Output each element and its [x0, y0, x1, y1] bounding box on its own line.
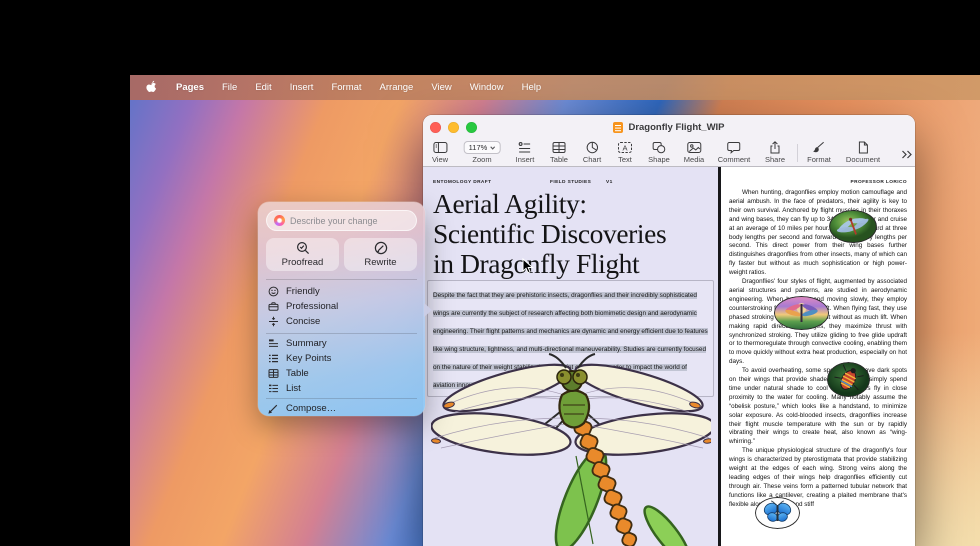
menu-item-key-points[interactable]: Key Points [268, 351, 417, 366]
toolbar-format-button[interactable]: Format [807, 141, 831, 164]
toolbar-view-button[interactable]: View [432, 141, 448, 164]
menu-app-pages[interactable]: Pages [176, 82, 204, 93]
eyebrow-entomology: ENTOMOLOGY DRAFT [433, 180, 491, 185]
apple-intelligence-icon [274, 215, 285, 226]
desktop: Pages File Edit Insert Format Arrange Vi… [130, 75, 980, 546]
menu-help[interactable]: Help [522, 82, 542, 93]
pages-window: Dragonfly Flight_WIP View 117% Zoom Inse… [423, 115, 915, 546]
eyebrow-version: V1 [606, 180, 613, 185]
photo-icon [687, 141, 702, 154]
input-placeholder: Describe your change [290, 216, 378, 226]
popover-divider [266, 279, 417, 280]
share-icon [769, 141, 781, 154]
article-title: Aerial Agility: Scientific Discoveries i… [433, 189, 666, 279]
chevron-down-icon [489, 146, 495, 150]
document-file-icon [613, 122, 623, 133]
writing-tools-popover: Describe your change Proofread Rewrite F… [258, 202, 425, 416]
butterfly-photo-oval[interactable] [755, 497, 800, 529]
toolbar-media-button[interactable]: Media [684, 141, 704, 164]
table-icon [552, 141, 566, 154]
text-box-icon: A [618, 141, 633, 154]
apple-logo-icon [146, 80, 158, 93]
toolbar-table-button[interactable]: Table [550, 141, 568, 164]
sidebar-icon [433, 141, 448, 154]
rewrite-button[interactable]: Rewrite [344, 238, 417, 271]
pie-chart-icon [586, 141, 599, 154]
magnifier-check-icon [296, 241, 310, 255]
dragonfly-photo-oval[interactable] [829, 210, 877, 243]
zoom-value: 117% [469, 143, 488, 152]
paintbrush-icon [812, 141, 825, 154]
menu-item-summary[interactable]: Summary [268, 336, 417, 351]
pencil-icon [268, 403, 279, 414]
menu-item-table[interactable]: Table [268, 366, 417, 381]
dragonfly-illustration[interactable] [431, 343, 711, 546]
compress-lines-icon [268, 316, 279, 327]
toolbar-shape-button[interactable]: Shape [648, 141, 670, 164]
popover-arrow [424, 303, 432, 317]
proofread-button[interactable]: Proofread [266, 238, 339, 271]
article-body: When hunting, dragonflies employ motion … [729, 189, 907, 546]
summary-lines-icon [268, 338, 279, 349]
toolbar-share-button[interactable]: Share [765, 141, 785, 164]
bullet-list-icon [268, 353, 279, 364]
double-chevron-right-icon [901, 150, 913, 159]
window-title: Dragonfly Flight_WIP [628, 122, 724, 133]
toolbar: View 117% Zoom Insert Table Chart [423, 140, 915, 167]
insert-icon [518, 141, 532, 154]
smiley-icon [268, 286, 279, 297]
menu-view[interactable]: View [431, 82, 451, 93]
toolbar-comment-button[interactable]: Comment [718, 141, 751, 164]
menu-item-list[interactable]: List [268, 381, 417, 396]
briefcase-icon [268, 301, 279, 312]
toolbar-divider [797, 144, 798, 162]
paragraph-1: When hunting, dragonflies employ motion … [729, 189, 907, 278]
menu-item-friendly[interactable]: Friendly [268, 284, 417, 299]
eyebrow-field-studies: FIELD STUDIES [550, 180, 591, 185]
toolbar-text-button[interactable]: A Text [618, 141, 633, 164]
pencil-circle-icon [374, 241, 388, 255]
menu-item-concise[interactable]: Concise [268, 314, 417, 329]
menu-edit[interactable]: Edit [255, 82, 271, 93]
apple-menu[interactable] [146, 80, 158, 96]
document-page-left[interactable]: ENTOMOLOGY DRAFT FIELD STUDIES V1 Aerial… [423, 167, 718, 546]
toolbar-insert-button[interactable]: Insert [516, 141, 535, 164]
document-canvas[interactable]: ENTOMOLOGY DRAFT FIELD STUDIES V1 Aerial… [423, 167, 915, 546]
toolbar-document-button[interactable]: Document [846, 141, 880, 164]
shapes-icon [652, 141, 666, 154]
paragraph-4: The unique physiological structure of th… [729, 447, 907, 509]
toolbar-zoom-control[interactable]: 117% Zoom [464, 141, 501, 164]
menu-window[interactable]: Window [470, 82, 504, 93]
menu-item-compose[interactable]: Compose… [268, 401, 417, 416]
menu-arrange[interactable]: Arrange [380, 82, 414, 93]
describe-change-input[interactable]: Describe your change [266, 210, 417, 231]
popover-divider-3 [266, 398, 417, 399]
menu-bar: Pages File Edit Insert Format Arrange Vi… [130, 75, 980, 100]
indent-list-icon [268, 383, 279, 394]
dragonfly-art-oval[interactable] [774, 296, 829, 330]
toolbar-chart-button[interactable]: Chart [583, 141, 601, 164]
mouse-cursor [522, 258, 534, 275]
popover-divider-2 [266, 333, 417, 334]
speech-bubble-icon [727, 141, 741, 154]
menu-format[interactable]: Format [331, 82, 361, 93]
title-bar[interactable]: Dragonfly Flight_WIP [423, 115, 915, 140]
menu-insert[interactable]: Insert [290, 82, 314, 93]
svg-text:A: A [622, 143, 627, 152]
page-header-author: PROFESSOR LORICO [850, 180, 907, 185]
paragraph-3: To avoid overheating, some species also … [729, 367, 907, 447]
page-icon [858, 141, 869, 154]
document-page-right[interactable]: PROFESSOR LORICO When hunting, dragonfli… [721, 167, 915, 546]
menu-file[interactable]: File [222, 82, 237, 93]
beetle-photo-oval[interactable] [827, 362, 870, 397]
toolbar-overflow-button[interactable] [901, 146, 913, 164]
table-grid-icon [268, 368, 279, 379]
menu-item-professional[interactable]: Professional [268, 299, 417, 314]
